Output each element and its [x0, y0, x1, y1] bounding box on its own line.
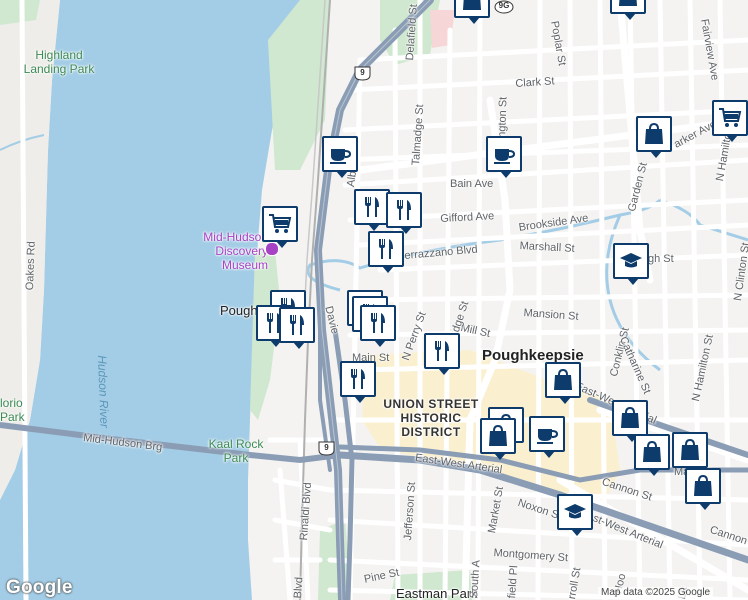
poughkeepsie-label: Poughkeepsie [482, 347, 584, 364]
field-pl-label: field Pl [506, 565, 521, 599]
shopping-bag-icon [489, 424, 507, 446]
restaurant-marker[interactable] [368, 231, 404, 273]
shopping-bag-icon [554, 368, 572, 390]
shop-marker[interactable] [672, 432, 708, 474]
lorio-park-label: lorio Park [0, 396, 25, 424]
shop-marker[interactable] [636, 116, 672, 158]
bain-ave-label: Bain Ave [450, 178, 494, 190]
us-9-shield-south: 9 [318, 441, 335, 456]
school-marker[interactable] [613, 243, 649, 285]
restaurant-marker[interactable] [386, 192, 422, 234]
map-data-credit: Map data ©2025 Google [598, 587, 714, 598]
restaurant-marker[interactable] [340, 361, 376, 403]
high-st-label: gh St [648, 253, 674, 265]
shopping-bag-icon [694, 474, 712, 496]
shopping-bag-icon [463, 0, 481, 10]
coffee-marker[interactable] [486, 136, 522, 178]
school-icon [620, 253, 642, 268]
school-icon [564, 504, 586, 519]
shop-marker[interactable] [685, 468, 721, 510]
coffee-icon [494, 149, 516, 164]
poughkeepsie-station-label: Pough [220, 303, 258, 318]
shop-marker[interactable] [634, 434, 670, 476]
restaurant-icon [379, 239, 393, 259]
route-9g-shield: 9G [494, 0, 514, 15]
restaurant-icon [435, 341, 449, 361]
shopping-bag-icon [645, 122, 663, 144]
coffee-icon [537, 429, 559, 444]
shopping-bag-icon [621, 406, 639, 428]
kaal-rock-park-label: Kaal Rock Park [208, 437, 264, 465]
restaurant-marker[interactable] [279, 307, 315, 349]
shopping-cart-icon [269, 214, 292, 233]
restaurant-marker[interactable] [360, 305, 396, 347]
restaurant-marker[interactable] [424, 333, 460, 375]
map-canvas[interactable]: Highland Landing Park Oakes Rd Hudson Ri… [0, 0, 748, 600]
shop-marker[interactable] [545, 362, 581, 404]
restaurant-icon [365, 197, 379, 217]
restaurant-icon [371, 313, 385, 333]
restaurant-icon [397, 200, 411, 220]
shop-marker[interactable] [454, 0, 490, 24]
shopping-bag-icon [643, 440, 661, 462]
school-marker[interactable] [557, 494, 593, 536]
coffee-marker[interactable] [322, 136, 358, 178]
us-9-shield-north: 9 [354, 66, 371, 81]
restaurant-marker[interactable] [354, 189, 390, 231]
oakes-rd-label: Oakes Rd [24, 241, 38, 291]
restaurant-icon [290, 315, 304, 335]
coffee-marker[interactable] [529, 416, 565, 458]
restaurant-icon [351, 369, 365, 389]
coffee-icon [330, 149, 352, 164]
grocery-marker[interactable] [712, 100, 748, 142]
eastman-park-label: Eastman Park [396, 586, 478, 600]
shop-marker[interactable] [612, 400, 648, 442]
highland-landing-park-label: Highland Landing Park [23, 48, 95, 76]
shop-marker[interactable] [610, 0, 646, 20]
shopping-cart-icon [719, 108, 742, 127]
google-logo[interactable]: Google [6, 577, 73, 599]
grocery-marker[interactable] [262, 206, 298, 248]
shopping-bag-icon [681, 438, 699, 460]
washington-st-label: ington St [496, 96, 510, 141]
hudson-river-label: Hudson River [95, 354, 112, 429]
blvd-label: Blvd [292, 576, 306, 599]
shop-marker[interactable] [480, 418, 516, 460]
shopping-bag-icon [619, 0, 637, 6]
union-street-district-label: UNION STREET HISTORIC DISTRICT [383, 397, 479, 439]
mid-hudson-museum-label[interactable]: Mid-Hudson Discovery Museum [176, 230, 268, 272]
